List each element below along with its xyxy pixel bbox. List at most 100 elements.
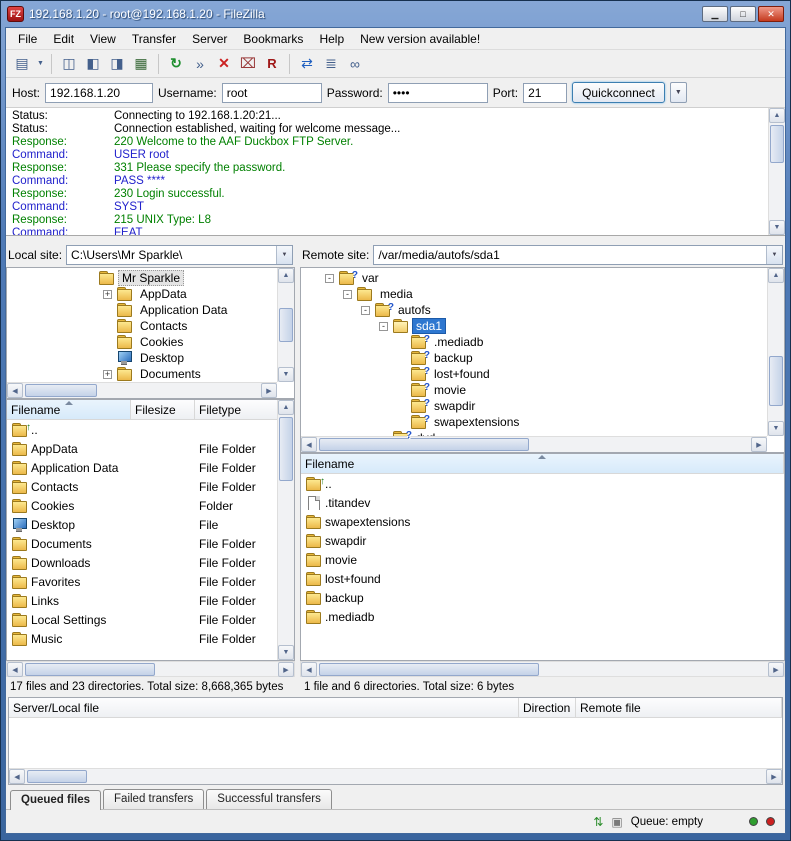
scrollbar-thumb[interactable] [279,308,293,342]
cancel-icon[interactable]: ✕ [212,52,236,75]
processqueue-icon[interactable]: » [188,52,212,75]
scroll-up-icon[interactable]: ▲ [278,268,294,283]
menu-item[interactable]: Transfer [124,29,184,49]
local-tree-item[interactable]: Mr Sparkle [7,270,277,286]
scroll-up-icon[interactable]: ▲ [768,268,784,283]
local-file-row[interactable]: Application Data File Folder [7,458,277,477]
queue-hscrollbar[interactable]: ◀ ▶ [9,768,782,784]
local-file-row[interactable]: Music File Folder [7,629,277,648]
scroll-right-icon[interactable]: ▶ [766,769,782,784]
remote-list-hscrollbar[interactable]: ◀ ▶ [300,661,785,677]
remote-tree-item[interactable]: swapdir [301,398,767,414]
menu-item[interactable]: File [10,29,45,49]
remote-tree-item[interactable]: movie [301,382,767,398]
speedlimit-icon[interactable]: ⇅ [593,815,603,829]
remote-file-row[interactable]: swapextensions [301,512,784,531]
scroll-right-icon[interactable]: ▶ [278,662,294,677]
lock-icon[interactable]: ▣ [611,815,622,829]
column-header-local-file[interactable]: Server/Local file [9,698,519,717]
reconnect-icon[interactable]: R [260,52,284,75]
remote-tree-item[interactable]: lost+found [301,366,767,382]
remote-file-row[interactable]: .titandev [301,493,784,512]
local-file-row[interactable]: Documents File Folder [7,534,277,553]
queueview-icon[interactable]: ▦ [129,52,153,75]
expander-icon[interactable] [103,370,112,379]
compare-icon[interactable]: ⇄ [295,52,319,75]
menu-item[interactable]: Server [184,29,235,49]
scroll-right-icon[interactable]: ▶ [751,437,767,452]
chevron-down-icon[interactable] [766,246,782,264]
scrollbar-thumb[interactable] [27,770,87,783]
local-file-row[interactable]: .. [7,420,277,439]
remote-file-row[interactable]: .. [301,474,784,493]
expander-icon[interactable] [103,290,112,299]
local-tree-item[interactable]: Cookies [7,334,277,350]
remote-tree-item[interactable]: swapextensions [301,414,767,430]
local-file-row[interactable]: Local Settings File Folder [7,610,277,629]
localtree-icon[interactable]: ◧ [81,52,105,75]
remote-tree-item[interactable]: backup [301,350,767,366]
password-input[interactable] [388,83,488,103]
minimize-button[interactable]: ▁ [702,6,728,22]
remote-tree-item[interactable]: media [301,286,767,302]
local-file-row[interactable]: Cookies Folder [7,496,277,515]
expander-icon[interactable] [343,290,352,299]
scroll-down-icon[interactable]: ▼ [768,421,784,436]
local-file-row[interactable]: Contacts File Folder [7,477,277,496]
maximize-button[interactable]: □ [730,6,756,22]
local-site-combo[interactable]: C:\Users\Mr Sparkle\ [66,245,293,265]
local-tree-item[interactable]: Application Data [7,302,277,318]
scrollbar-thumb[interactable] [769,356,783,406]
scroll-up-icon[interactable]: ▲ [278,400,294,415]
column-header-direction[interactable]: Direction [519,698,576,717]
local-tree-item[interactable]: Documents [7,366,277,382]
sitemanager-dropdown-icon[interactable]: ▼ [35,60,46,67]
scrollbar-thumb[interactable] [319,438,529,451]
quickconnect-dropdown-icon[interactable]: ▼ [670,82,687,103]
remote-site-combo[interactable]: /var/media/autofs/sda1 [373,245,783,265]
scrollbar-thumb[interactable] [25,384,97,397]
scroll-down-icon[interactable]: ▼ [278,367,294,382]
sitemanager-icon[interactable]: ▤ [10,52,34,75]
local-file-row[interactable]: AppData File Folder [7,439,277,458]
remote-file-row[interactable]: backup [301,588,784,607]
remote-tree-item[interactable]: sda1 [301,318,767,334]
column-header-filename[interactable]: Filename [7,400,131,419]
scroll-down-icon[interactable]: ▼ [278,645,294,660]
remote-tree-item[interactable]: var [301,270,767,286]
remote-tree-item[interactable]: .mediadb [301,334,767,350]
scroll-left-icon[interactable]: ◀ [7,662,23,677]
remote-tree-vscrollbar[interactable]: ▲ ▼ [767,268,784,436]
disconnect-icon[interactable]: ⌧ [236,52,260,75]
local-file-row[interactable]: Downloads File Folder [7,553,277,572]
local-tree-item[interactable]: AppData [7,286,277,302]
local-tree-vscrollbar[interactable]: ▲ ▼ [277,268,294,382]
horizontal-splitter[interactable] [6,236,785,243]
expander-icon[interactable] [361,306,370,315]
queue-tab[interactable]: Failed transfers [103,789,204,809]
close-button[interactable]: ✕ [758,6,784,22]
column-header-filesize[interactable]: Filesize [131,400,195,419]
column-header-remote-file[interactable]: Remote file [576,698,782,717]
remote-file-row[interactable]: movie [301,550,784,569]
scrollbar-thumb[interactable] [319,663,539,676]
chevron-down-icon[interactable] [276,246,292,264]
local-list-vscrollbar[interactable]: ▲ ▼ [277,400,294,660]
remote-tree-item[interactable]: autofs [301,302,767,318]
scroll-left-icon[interactable]: ◀ [9,769,25,784]
scroll-right-icon[interactable]: ▶ [768,662,784,677]
menu-item[interactable]: View [82,29,124,49]
scroll-up-icon[interactable]: ▲ [769,108,785,123]
find-icon[interactable]: ∞ [343,52,367,75]
remote-file-row[interactable]: .mediadb [301,607,784,626]
menu-item[interactable]: Edit [45,29,82,49]
scroll-right-icon[interactable]: ▶ [261,383,277,398]
queue-tab[interactable]: Successful transfers [206,789,332,809]
scroll-left-icon[interactable]: ◀ [301,662,317,677]
username-input[interactable] [222,83,322,103]
local-file-row[interactable]: Favorites File Folder [7,572,277,591]
host-input[interactable] [45,83,153,103]
local-file-row[interactable]: Desktop File [7,515,277,534]
expander-icon[interactable] [379,322,388,331]
log-scrollbar[interactable]: ▲ ▼ [768,108,785,235]
